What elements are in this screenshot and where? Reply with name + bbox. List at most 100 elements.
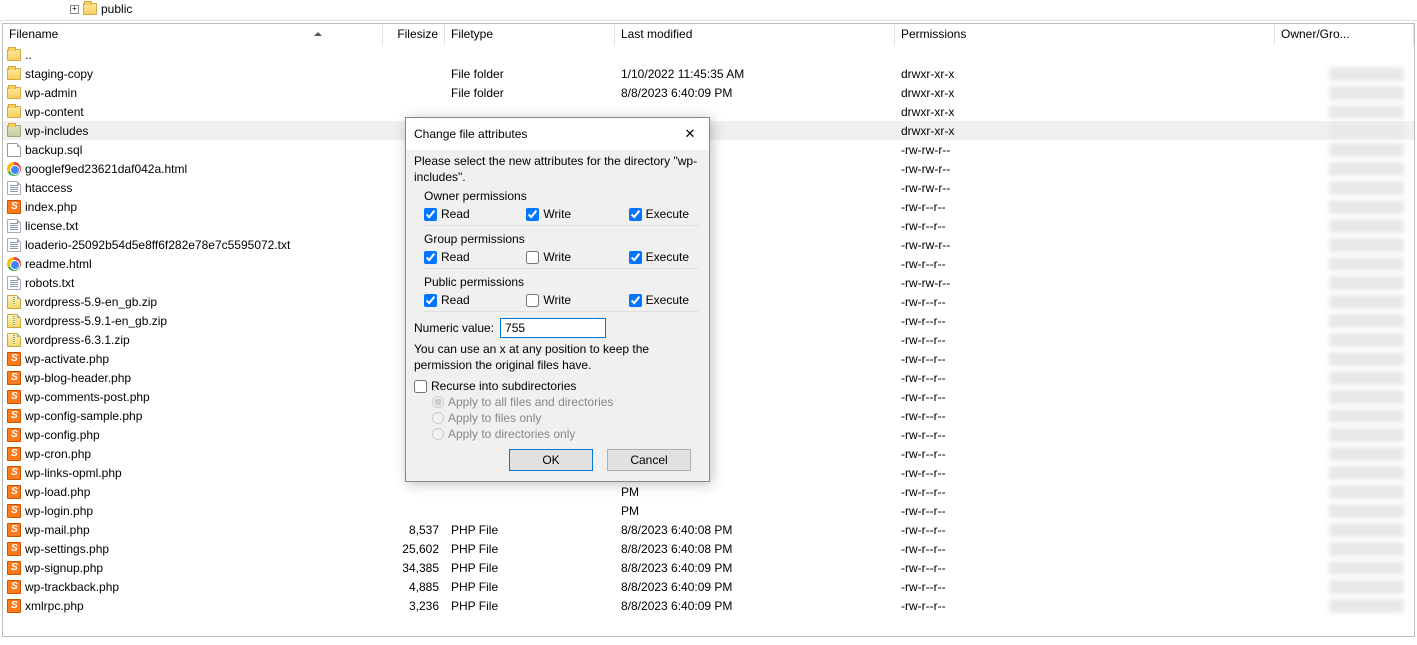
owner-read-checkbox[interactable]: Read bbox=[424, 207, 494, 221]
php-icon bbox=[7, 447, 21, 461]
file-permissions: -rw-r--r-- bbox=[895, 200, 1275, 214]
numeric-value-input[interactable] bbox=[500, 318, 606, 338]
file-permissions: -rw-r--r-- bbox=[895, 504, 1275, 518]
file-permissions: -rw-r--r-- bbox=[895, 485, 1275, 499]
file-owner bbox=[1275, 219, 1414, 233]
php-icon bbox=[7, 390, 21, 404]
file-permissions: drwxr-xr-x bbox=[895, 67, 1275, 81]
file-permissions: -rw-r--r-- bbox=[895, 466, 1275, 480]
file-owner bbox=[1275, 523, 1414, 537]
group-execute-checkbox[interactable]: Execute bbox=[629, 250, 699, 264]
owner-permissions-group: Owner permissions Read Write Execute bbox=[424, 189, 699, 226]
file-owner bbox=[1275, 238, 1414, 252]
file-owner bbox=[1275, 276, 1414, 290]
file-permissions: -rw-r--r-- bbox=[895, 428, 1275, 442]
file-modified: 8/8/2023 6:40:08 PM bbox=[615, 523, 895, 537]
file-name: wp-settings.php bbox=[25, 542, 109, 556]
file-owner bbox=[1275, 504, 1414, 518]
txt-icon bbox=[7, 276, 21, 290]
file-owner bbox=[1275, 143, 1414, 157]
folder-icon bbox=[7, 49, 21, 61]
numeric-value-label: Numeric value: bbox=[414, 321, 494, 335]
file-name: wp-config-sample.php bbox=[25, 409, 142, 423]
file-row[interactable]: wp-signup.php34,385PHP File8/8/2023 6:40… bbox=[3, 558, 1414, 577]
php-icon bbox=[7, 523, 21, 537]
file-row[interactable]: wp-login.phpPM-rw-r--r-- bbox=[3, 501, 1414, 520]
header-filename[interactable]: Filename bbox=[3, 24, 383, 45]
header-filetype[interactable]: Filetype bbox=[445, 24, 615, 45]
file-permissions: -rw-rw-r-- bbox=[895, 181, 1275, 195]
folder-icon bbox=[83, 3, 97, 15]
folder-icon bbox=[7, 68, 21, 80]
file-permissions: drwxr-xr-x bbox=[895, 86, 1275, 100]
file-owner bbox=[1275, 257, 1414, 271]
expand-icon[interactable]: + bbox=[70, 5, 79, 14]
file-row[interactable]: staging-copyFile folder1/10/2022 11:45:3… bbox=[3, 64, 1414, 83]
header-owner-group[interactable]: Owner/Gro... bbox=[1275, 24, 1414, 45]
cancel-button[interactable]: Cancel bbox=[607, 449, 691, 471]
file-size: 8,537 bbox=[383, 523, 445, 537]
file-owner bbox=[1275, 390, 1414, 404]
file-permissions: -rw-r--r-- bbox=[895, 542, 1275, 556]
file-permissions: -rw-r--r-- bbox=[895, 257, 1275, 271]
apply-files-radio: Apply to files only bbox=[432, 411, 701, 425]
file-owner bbox=[1275, 105, 1414, 119]
file-row[interactable]: xmlrpc.php3,236PHP File8/8/2023 6:40:09 … bbox=[3, 596, 1414, 615]
file-modified: 1/10/2022 11:45:35 AM bbox=[615, 67, 895, 81]
file-name: index.php bbox=[25, 200, 77, 214]
file-owner bbox=[1275, 86, 1414, 100]
header-filesize[interactable]: Filesize bbox=[383, 24, 445, 45]
file-row[interactable]: wp-settings.php25,602PHP File8/8/2023 6:… bbox=[3, 539, 1414, 558]
owner-execute-checkbox[interactable]: Execute bbox=[629, 207, 699, 221]
file-name: wordpress-6.3.1.zip bbox=[25, 333, 130, 347]
file-name: readme.html bbox=[25, 257, 92, 271]
file-permissions: -rw-r--r-- bbox=[895, 219, 1275, 233]
file-name: wp-links-opml.php bbox=[25, 466, 122, 480]
file-name: wp-signup.php bbox=[25, 561, 103, 575]
file-row[interactable]: wp-load.phpPM-rw-r--r-- bbox=[3, 482, 1414, 501]
file-modified: 8/8/2023 6:40:09 PM bbox=[615, 561, 895, 575]
header-permissions[interactable]: Permissions bbox=[895, 24, 1275, 45]
php-icon bbox=[7, 504, 21, 518]
php-icon bbox=[7, 466, 21, 480]
file-owner bbox=[1275, 409, 1414, 423]
dialog-instruction: Please select the new attributes for the… bbox=[414, 154, 701, 185]
file-name: wp-login.php bbox=[25, 504, 93, 518]
recurse-checkbox[interactable]: Recurse into subdirectories bbox=[414, 379, 701, 393]
file-name: wp-content bbox=[25, 105, 84, 119]
file-owner bbox=[1275, 181, 1414, 195]
ok-button[interactable]: OK bbox=[509, 449, 593, 471]
file-row[interactable]: wp-adminFile folder8/8/2023 6:40:09 PMdr… bbox=[3, 83, 1414, 102]
file-owner bbox=[1275, 352, 1414, 366]
file-owner bbox=[1275, 371, 1414, 385]
php-icon bbox=[7, 485, 21, 499]
public-execute-checkbox[interactable]: Execute bbox=[629, 293, 699, 307]
group-read-checkbox[interactable]: Read bbox=[424, 250, 494, 264]
file-type: PHP File bbox=[445, 523, 615, 537]
column-headers: Filename Filesize Filetype Last modified… bbox=[3, 24, 1414, 45]
tree-node-label: public bbox=[101, 2, 132, 16]
public-read-checkbox[interactable]: Read bbox=[424, 293, 494, 307]
file-size: 3,236 bbox=[383, 599, 445, 613]
tree-node-public[interactable]: + public bbox=[70, 2, 1347, 16]
file-owner bbox=[1275, 599, 1414, 613]
file-owner bbox=[1275, 580, 1414, 594]
file-name: googlef9ed23621daf042a.html bbox=[25, 162, 187, 176]
file-size: 34,385 bbox=[383, 561, 445, 575]
file-row[interactable]: wp-trackback.php4,885PHP File8/8/2023 6:… bbox=[3, 577, 1414, 596]
file-permissions: -rw-r--r-- bbox=[895, 409, 1275, 423]
apply-dirs-radio: Apply to directories only bbox=[432, 427, 701, 441]
public-write-checkbox[interactable]: Write bbox=[526, 293, 596, 307]
file-owner bbox=[1275, 561, 1414, 575]
owner-write-checkbox[interactable]: Write bbox=[526, 207, 596, 221]
directory-tree: + public bbox=[0, 0, 1417, 21]
close-icon[interactable]: ✕ bbox=[679, 124, 701, 144]
file-row[interactable]: wp-mail.php8,537PHP File8/8/2023 6:40:08… bbox=[3, 520, 1414, 539]
file-name: wp-load.php bbox=[25, 485, 90, 499]
group-write-checkbox[interactable]: Write bbox=[526, 250, 596, 264]
header-last-modified[interactable]: Last modified bbox=[615, 24, 895, 45]
php-icon bbox=[7, 561, 21, 575]
file-permissions: -rw-r--r-- bbox=[895, 333, 1275, 347]
zip-icon bbox=[7, 333, 21, 347]
file-row[interactable]: .. bbox=[3, 45, 1414, 64]
